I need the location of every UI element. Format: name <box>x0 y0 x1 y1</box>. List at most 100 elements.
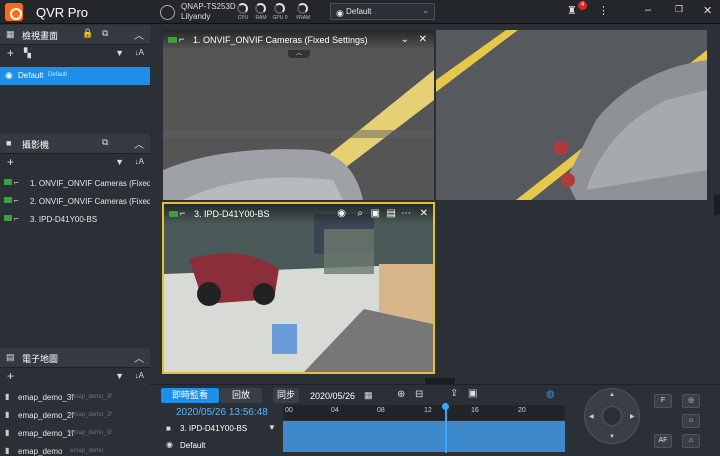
camera-mode-icon[interactable]: ⧉ <box>102 137 108 148</box>
emap-item[interactable]: ▮ emap_demo_2f emap_demo_2f <box>0 407 150 425</box>
restore-icon[interactable]: ❐ <box>675 4 683 15</box>
rec-icon <box>4 197 12 203</box>
close-icon[interactable]: ✕ <box>703 4 712 17</box>
close-icon[interactable]: ✕ <box>420 208 428 219</box>
video-tile-3-selected[interactable]: ⌐ 3. IPD-D41Y00-BS ◉ ⌕ ▣ ▤ ⋯ ✕ <box>162 202 435 374</box>
recording-lane[interactable] <box>283 421 565 452</box>
alert-bell-icon[interactable]: ♜ <box>567 4 577 17</box>
autofocus-button[interactable]: AF <box>654 434 672 448</box>
emap-item[interactable]: ▮ emap_demo_3f emap_demo_3f <box>0 389 150 407</box>
ptz-toggle-icon[interactable]: ︿ <box>288 50 310 58</box>
date-label: 2020/05/26 <box>310 391 356 401</box>
view-select[interactable]: ◉ Default ⌄ <box>330 3 435 20</box>
add-camera-icon[interactable]: + <box>7 155 14 169</box>
add-emap-icon[interactable]: + <box>7 369 14 383</box>
focus-button[interactable]: F <box>654 394 672 408</box>
cameras-toolbar: + ▼ ↓A <box>0 155 150 173</box>
chevron-down-icon: ⌄ <box>422 6 429 15</box>
book-icon: ▮ <box>5 428 10 437</box>
nas-name: QNAP-TS253D <box>181 2 236 11</box>
export-icon[interactable]: ⇪ <box>450 388 458 399</box>
view-select-value: Default <box>346 7 372 16</box>
zoom-icon[interactable]: ⌕ <box>357 208 363 219</box>
ptz-up-icon[interactable]: ▲ <box>609 392 615 398</box>
add-layout-icon[interactable]: + <box>7 46 14 60</box>
ptz-left-icon[interactable]: ◀ <box>589 413 594 420</box>
video-tile-1[interactable]: ⌐ 1. ONVIF_ONVIF Cameras (Fixed Settings… <box>163 30 434 200</box>
current-timestamp: 2020/05/26 13:56:48 <box>176 407 268 418</box>
sort-icon[interactable]: ↓A <box>135 371 144 380</box>
ptz-down-icon[interactable]: ▼ <box>609 434 615 440</box>
zoom-in-icon[interactable]: ⊕ <box>397 389 405 400</box>
layouts-title: 檢視畫面 <box>22 31 59 41</box>
tick-label: 08 <box>377 407 385 414</box>
sort-icon[interactable]: ↓A <box>135 48 144 57</box>
map-icon: ▤ <box>6 352 15 362</box>
video-tile-header: ⌐ 3. IPD-D41Y00-BS ◉ ⌕ ▣ ▤ ⋯ ✕ <box>164 204 433 224</box>
ram-gauge: RAM <box>255 3 267 21</box>
camera-item-2[interactable]: ⌐ 2. ONVIF_ONVIF Cameras (Fixed ... <box>0 193 160 211</box>
chevron-down-icon[interactable]: ⌄ <box>401 34 409 45</box>
zoom-out-icon[interactable]: ⊟ <box>415 389 423 400</box>
tick-label: 12 <box>424 407 432 414</box>
nas-server-icon[interactable] <box>160 5 175 20</box>
ptz-preset-icon[interactable]: ◎ <box>682 394 700 408</box>
gpu-gauge: GPU 0 <box>272 3 288 21</box>
ptz-center-button[interactable] <box>602 406 622 426</box>
filter-icon[interactable]: ▼ <box>115 371 124 381</box>
qvr-logo-icon <box>5 3 23 21</box>
collapse-icon[interactable]: ︿ <box>134 350 144 365</box>
collapse-icon[interactable]: ︿ <box>134 27 144 42</box>
playhead[interactable] <box>442 403 448 453</box>
eye-icon: ◉ <box>336 8 344 18</box>
timeline-row-layout[interactable]: ◉ Default <box>164 440 280 453</box>
eye-icon: ◉ <box>166 440 173 449</box>
camera-settings-icon[interactable]: ▤ <box>387 208 396 219</box>
filter-icon[interactable]: ▼ <box>115 157 124 167</box>
camera-2-feed <box>436 30 707 200</box>
record-icon[interactable]: ◉ <box>337 208 346 219</box>
video-grid: ⌐ 1. ONVIF_ONVIF Cameras (Fixed Settings… <box>150 25 720 380</box>
sort-icon[interactable]: ↓A <box>135 157 144 166</box>
filter-icon[interactable]: ▼ <box>115 48 124 58</box>
ptz-right-icon[interactable]: ▶ <box>630 413 635 420</box>
user-name: Lilyandy <box>181 12 211 21</box>
book-icon: ▮ <box>5 446 10 455</box>
camera-icon: ■ <box>166 424 171 433</box>
more-icon[interactable]: ⋯ <box>401 208 411 219</box>
calendar-icon[interactable]: ▦ <box>364 390 373 401</box>
right-panel-handle[interactable] <box>714 195 720 215</box>
globe-icon[interactable]: ◍ <box>546 389 555 400</box>
camera-3-feed <box>164 204 433 372</box>
camera-icon: ⌐ <box>14 196 19 205</box>
time-ruler[interactable]: 00 04 08 12 16 20 <box>283 405 565 420</box>
bookmark-icon[interactable]: ▣ <box>468 388 477 399</box>
rec-icon <box>4 215 12 221</box>
video-tile-2[interactable] <box>436 30 707 200</box>
camera-item-1[interactable]: ⌐ 1. ONVIF_ONVIF Cameras (Fixed ... <box>0 175 160 193</box>
timeline-row-camera[interactable]: ■ 3. IPD-D41Y00-BS ▼ <box>164 423 280 436</box>
tab-live[interactable]: 即時監看 <box>161 388 219 403</box>
video-tile-header: ⌐ 1. ONVIF_ONVIF Cameras (Fixed Settings… <box>163 30 434 50</box>
collapse-icon[interactable]: ︿ <box>134 136 144 151</box>
top-bar: QVR Pro QNAP-TS253D Lilyandy CPU RAM GPU… <box>0 0 720 24</box>
tab-playback[interactable]: 回放 <box>220 388 262 403</box>
snapshot-icon[interactable]: ▣ <box>371 208 380 219</box>
emap-item[interactable]: ▮ emap_demo emap_demo <box>0 443 150 456</box>
ptz-home-icon[interactable]: ⌂ <box>682 414 700 428</box>
layout-mode-icon[interactable]: ⧉ <box>102 28 108 39</box>
emap-item[interactable]: ▮ emap_demo_1f emap_demo_1f <box>0 425 150 443</box>
sync-button[interactable]: 同步 <box>273 388 299 403</box>
book-icon: ▮ <box>5 392 10 401</box>
close-icon[interactable]: ✕ <box>419 34 427 45</box>
minimize-icon[interactable]: – <box>645 4 651 16</box>
more-vert-icon[interactable]: ⋮ <box>598 4 609 17</box>
lock-icon[interactable]: 🔒 <box>82 28 93 39</box>
filter-icon[interactable]: ▼ <box>268 423 276 432</box>
ptz-patrol-icon[interactable]: ⌂ <box>682 434 700 448</box>
layout-grid-icon[interactable]: ▚ <box>24 48 31 59</box>
camera-item-3[interactable]: ⌐ 3. IPD-D41Y00-BS <box>0 211 150 229</box>
tick-label: 00 <box>285 407 293 414</box>
layout-item-default[interactable]: ◉ Default Default <box>0 67 150 85</box>
tick-label: 04 <box>331 407 339 414</box>
